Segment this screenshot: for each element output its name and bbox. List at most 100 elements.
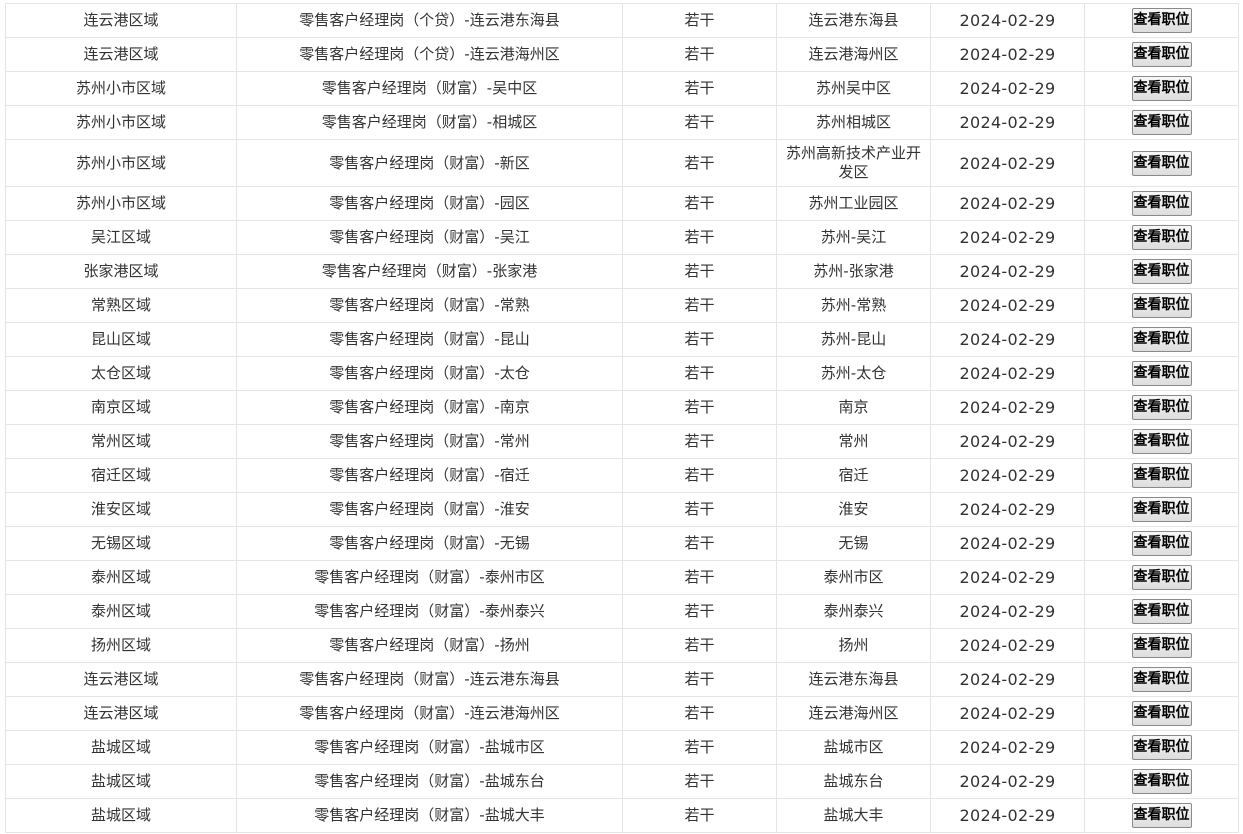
view-position-button[interactable]: 查看职位 [1131, 599, 1192, 624]
action-cell: 查看职位 [1084, 390, 1239, 425]
location-cell: 苏州-太仓 [776, 356, 931, 391]
view-position-button[interactable]: 查看职位 [1131, 769, 1192, 794]
table-row: 淮安区域 零售客户经理岗（财富）-淮安 若干 淮安 2024-02-29 查看职位 [5, 492, 1239, 527]
headcount-cell: 若干 [622, 458, 777, 493]
view-position-button[interactable]: 查看职位 [1131, 429, 1192, 454]
location-cell: 苏州相城区 [776, 105, 931, 140]
date-cell: 2024-02-29 [930, 288, 1085, 323]
headcount-cell: 若干 [622, 730, 777, 765]
headcount-cell: 若干 [622, 139, 777, 187]
date-cell: 2024-02-29 [930, 356, 1085, 391]
view-position-button[interactable]: 查看职位 [1131, 633, 1192, 658]
headcount-cell: 若干 [622, 594, 777, 629]
location-cell: 盐城东台 [776, 764, 931, 799]
view-position-button[interactable]: 查看职位 [1131, 565, 1192, 590]
table-row: 宿迁区域 零售客户经理岗（财富）-宿迁 若干 宿迁 2024-02-29 查看职位 [5, 458, 1239, 493]
position-cell: 零售客户经理岗（财富）-泰州泰兴 [236, 594, 623, 629]
location-cell: 淮安 [776, 492, 931, 527]
view-position-button[interactable]: 查看职位 [1131, 667, 1192, 692]
location-cell: 连云港海州区 [776, 696, 931, 731]
position-cell: 零售客户经理岗（财富）-园区 [236, 186, 623, 221]
region-cell: 连云港区域 [5, 696, 237, 731]
view-position-button[interactable]: 查看职位 [1131, 293, 1192, 318]
action-cell: 查看职位 [1084, 628, 1239, 663]
date-cell: 2024-02-29 [930, 424, 1085, 459]
region-cell: 苏州小市区域 [5, 186, 237, 221]
table-row: 连云港区域 零售客户经理岗（财富）-连云港东海县 若干 连云港东海县 2024-02-2… [5, 662, 1239, 697]
position-cell: 零售客户经理岗（财富）-昆山 [236, 322, 623, 357]
view-position-button[interactable]: 查看职位 [1131, 497, 1192, 522]
region-cell: 苏州小市区域 [5, 139, 237, 187]
location-cell: 盐城大丰 [776, 798, 931, 833]
position-cell: 零售客户经理岗（财富）-泰州市区 [236, 560, 623, 595]
region-cell: 太仓区域 [5, 356, 237, 391]
position-cell: 零售客户经理岗（财富）-吴江 [236, 220, 623, 255]
region-cell: 吴江区域 [5, 220, 237, 255]
location-cell: 苏州-吴江 [776, 220, 931, 255]
date-cell: 2024-02-29 [930, 764, 1085, 799]
location-cell: 泰州泰兴 [776, 594, 931, 629]
view-position-button[interactable]: 查看职位 [1131, 735, 1192, 760]
headcount-cell: 若干 [622, 492, 777, 527]
view-position-button[interactable]: 查看职位 [1131, 42, 1192, 67]
date-cell: 2024-02-29 [930, 458, 1085, 493]
region-cell: 扬州区域 [5, 628, 237, 663]
headcount-cell: 若干 [622, 105, 777, 140]
date-cell: 2024-02-29 [930, 254, 1085, 289]
date-cell: 2024-02-29 [930, 390, 1085, 425]
position-cell: 零售客户经理岗（财富）-太仓 [236, 356, 623, 391]
headcount-cell: 若干 [622, 764, 777, 799]
view-position-button[interactable]: 查看职位 [1131, 110, 1192, 135]
location-cell: 南京 [776, 390, 931, 425]
view-position-button[interactable]: 查看职位 [1131, 395, 1192, 420]
location-cell: 扬州 [776, 628, 931, 663]
headcount-cell: 若干 [622, 424, 777, 459]
date-cell: 2024-02-29 [930, 492, 1085, 527]
region-cell: 盐城区域 [5, 764, 237, 799]
location-cell: 苏州工业园区 [776, 186, 931, 221]
date-cell: 2024-02-29 [930, 696, 1085, 731]
view-position-button[interactable]: 查看职位 [1131, 225, 1192, 250]
date-cell: 2024-02-29 [930, 526, 1085, 561]
position-cell: 零售客户经理岗（个贷）-连云港海州区 [236, 37, 623, 72]
view-position-button[interactable]: 查看职位 [1131, 531, 1192, 556]
action-cell: 查看职位 [1084, 356, 1239, 391]
date-cell: 2024-02-29 [930, 322, 1085, 357]
table-row: 常州区域 零售客户经理岗（财富）-常州 若干 常州 2024-02-29 查看职位 [5, 424, 1239, 459]
view-position-button[interactable]: 查看职位 [1131, 463, 1192, 488]
region-cell: 常熟区域 [5, 288, 237, 323]
region-cell: 盐城区域 [5, 798, 237, 833]
action-cell: 查看职位 [1084, 594, 1239, 629]
view-position-button[interactable]: 查看职位 [1131, 76, 1192, 101]
view-position-button[interactable]: 查看职位 [1131, 361, 1192, 386]
region-cell: 连云港区域 [5, 37, 237, 72]
action-cell: 查看职位 [1084, 798, 1239, 833]
table-row: 泰州区域 零售客户经理岗（财富）-泰州市区 若干 泰州市区 2024-02-29 查看职位 [5, 560, 1239, 595]
region-cell: 连云港区域 [5, 3, 237, 38]
view-position-button[interactable]: 查看职位 [1131, 8, 1192, 33]
position-cell: 零售客户经理岗（财富）-常州 [236, 424, 623, 459]
region-cell: 苏州小市区域 [5, 105, 237, 140]
position-cell: 零售客户经理岗（财富）-宿迁 [236, 458, 623, 493]
view-position-button[interactable]: 查看职位 [1131, 150, 1192, 176]
position-cell: 零售客户经理岗（财富）-盐城市区 [236, 730, 623, 765]
headcount-cell: 若干 [622, 37, 777, 72]
position-cell: 零售客户经理岗（财富）-盐城东台 [236, 764, 623, 799]
action-cell: 查看职位 [1084, 105, 1239, 140]
table-row: 吴江区域 零售客户经理岗（财富）-吴江 若干 苏州-吴江 2024-02-29 查看职位 [5, 220, 1239, 255]
region-cell: 无锡区域 [5, 526, 237, 561]
date-cell: 2024-02-29 [930, 37, 1085, 72]
region-cell: 淮安区域 [5, 492, 237, 527]
location-cell: 无锡 [776, 526, 931, 561]
action-cell: 查看职位 [1084, 662, 1239, 697]
view-position-button[interactable]: 查看职位 [1131, 803, 1192, 828]
location-cell: 连云港海州区 [776, 37, 931, 72]
headcount-cell: 若干 [622, 288, 777, 323]
headcount-cell: 若干 [622, 390, 777, 425]
table-row: 张家港区域 零售客户经理岗（财富）-张家港 若干 苏州-张家港 2024-02-29 查看… [5, 254, 1239, 289]
view-position-button[interactable]: 查看职位 [1131, 701, 1192, 726]
region-cell: 常州区域 [5, 424, 237, 459]
view-position-button[interactable]: 查看职位 [1131, 327, 1192, 352]
view-position-button[interactable]: 查看职位 [1131, 259, 1192, 284]
view-position-button[interactable]: 查看职位 [1131, 191, 1192, 216]
